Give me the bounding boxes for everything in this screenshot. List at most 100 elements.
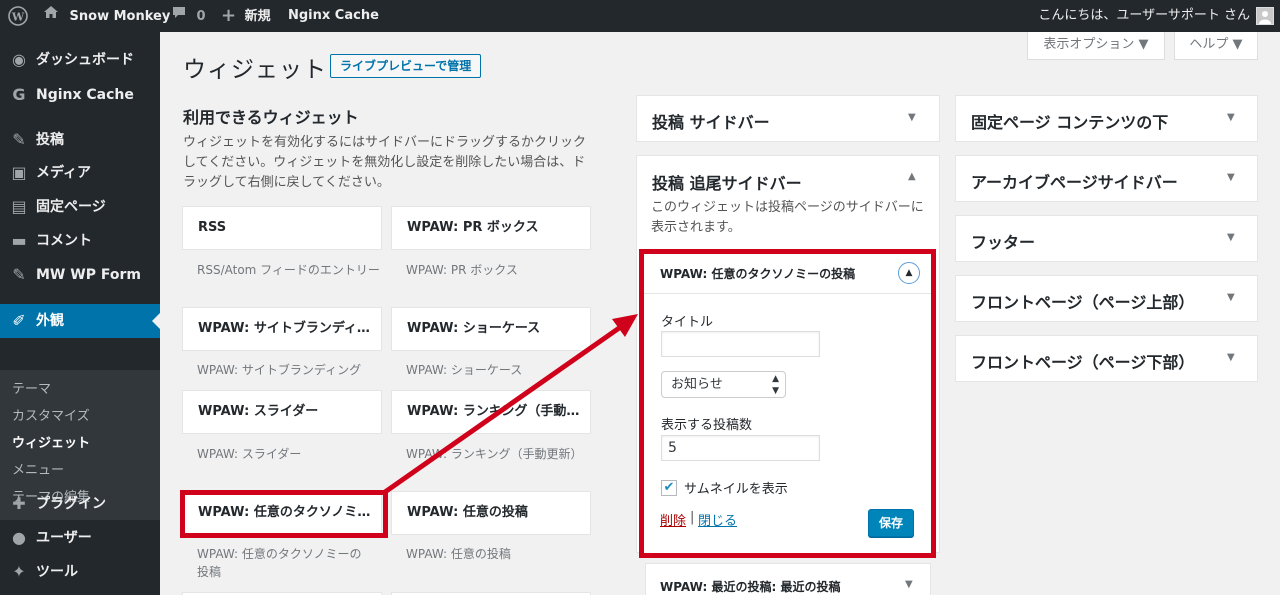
- admin-bar: W Snow Monkey 0 + 新規 Nginx Cache こんにちは、ユ…: [0, 0, 1280, 32]
- menu-plugins[interactable]: ✚ プラグイン: [0, 487, 160, 521]
- menu-users[interactable]: ● ユーザー: [0, 521, 160, 555]
- widget-site-branding[interactable]: WPAW: サイトブランディ…: [182, 307, 382, 351]
- title-input[interactable]: [661, 331, 820, 357]
- plugin-icon: ✚: [12, 494, 26, 513]
- submenu-widgets[interactable]: ウィジェット: [12, 431, 90, 457]
- widget-any-post[interactable]: WPAW: 任意の投稿: [391, 491, 591, 535]
- collapse-toggle-icon[interactable]: ▲: [898, 262, 920, 284]
- menu-dashboard[interactable]: ◉ ダッシュボード: [0, 43, 160, 77]
- help-button[interactable]: ヘルプ ▼: [1174, 32, 1258, 60]
- widget-ranking-desc: WPAW: ランキング（手動更新）: [406, 447, 583, 461]
- wordpress-logo-icon[interactable]: W: [8, 0, 28, 32]
- user-icon: ●: [12, 528, 26, 547]
- new-content-link[interactable]: + 新規: [221, 0, 271, 32]
- dashboard-icon: ◉: [12, 50, 26, 69]
- taxonomy-select-value: お知らせ: [671, 377, 723, 392]
- sidebar-area-front-top[interactable]: フロントページ（ページ上部） ▼: [955, 275, 1258, 322]
- sidebar-area-title: フロントページ（ページ下部）: [971, 353, 1195, 372]
- site-name: Snow Monkey: [69, 8, 171, 24]
- available-widgets-description: ウィジェットを有効化するにはサイドバーにドラッグするかクリックしてください。ウィ…: [183, 135, 587, 190]
- widget-slider[interactable]: WPAW: スライダー: [182, 390, 382, 434]
- pin-icon: ✎: [12, 130, 26, 149]
- g-icon: G: [12, 85, 26, 104]
- page-icon: ▤: [11, 197, 27, 216]
- live-preview-button[interactable]: ライブプレビューで管理: [330, 54, 482, 78]
- chevron-down-icon[interactable]: ▼: [905, 579, 913, 590]
- widget-site-branding-desc: WPAW: サイトブランディング: [197, 363, 362, 377]
- site-name-link[interactable]: Snow Monkey: [43, 0, 170, 32]
- chevron-down-icon[interactable]: ▼: [908, 112, 916, 123]
- taxonomy-select[interactable]: お知らせ ▲ ▼: [661, 371, 786, 398]
- sidebar-area-footer[interactable]: フッター ▼: [955, 215, 1258, 262]
- widget-pr-box[interactable]: WPAW: PR ボックス: [391, 206, 591, 250]
- media-icon: ▣: [11, 163, 27, 182]
- chevron-down-icon[interactable]: ▼: [1227, 112, 1235, 123]
- sidebar-area-archive[interactable]: アーカイブページサイドバー ▼: [955, 155, 1258, 202]
- comment-icon: ▬: [11, 231, 27, 250]
- select-arrows-icon: ▲ ▼: [772, 374, 779, 396]
- menu-mw-wp-form[interactable]: ✎ MW WP Form: [0, 258, 160, 292]
- pin-icon: ✎: [12, 265, 26, 284]
- widget-rss[interactable]: RSS: [182, 206, 382, 250]
- close-link[interactable]: 閉じる: [698, 510, 737, 529]
- comment-bubble-icon: [172, 0, 186, 32]
- widget-showcase-desc: WPAW: ショーケース: [406, 363, 523, 377]
- chevron-down-icon[interactable]: ▼: [1227, 172, 1235, 183]
- greeting[interactable]: こんにちは、ユーザーサポート さん: [1038, 0, 1250, 32]
- chevron-down-icon[interactable]: ▼: [1227, 232, 1235, 243]
- post-count-input[interactable]: 5: [661, 435, 820, 461]
- highlight-source-widget: [180, 490, 388, 538]
- widget-rss-desc: RSS/Atom フィードのエントリー: [197, 263, 380, 277]
- thumbnail-label[interactable]: サムネイルを表示: [684, 478, 788, 497]
- plus-icon: +: [221, 5, 237, 26]
- nginx-cache-link[interactable]: Nginx Cache: [288, 0, 379, 32]
- comments-count: 0: [196, 8, 206, 24]
- link-separator: |: [690, 510, 695, 525]
- sidebar-area-title: 投稿 サイドバー: [652, 113, 770, 132]
- sidebar-area-title[interactable]: 投稿 追尾サイドバー: [652, 170, 802, 194]
- thumbnail-checkbox[interactable]: ✔: [661, 480, 677, 496]
- admin-menu: ◉ ダッシュボード G Nginx Cache ✎ 投稿 ▣ メディア ▤ 固定ページ ▬…: [0, 32, 160, 595]
- sidebar-area-post[interactable]: 投稿 サイドバー ▼: [636, 95, 940, 142]
- comments-link[interactable]: 0: [172, 0, 206, 32]
- screen-options-button[interactable]: 表示オプション ▼: [1027, 32, 1165, 60]
- menu-nginx-cache[interactable]: G Nginx Cache: [0, 78, 160, 112]
- chevron-down-icon[interactable]: ▼: [1227, 292, 1235, 303]
- widget-pr-box-desc: WPAW: PR ボックス: [406, 263, 518, 277]
- widget-taxonomy-posts-desc: WPAW: 任意のタクソノミーの投稿: [197, 547, 362, 579]
- new-label: 新規: [244, 8, 271, 24]
- submenu-themes[interactable]: テーマ: [12, 377, 51, 403]
- page-title: ウィジェット: [183, 57, 327, 83]
- title-label: タイトル: [661, 315, 714, 330]
- menu-media[interactable]: ▣ メディア: [0, 156, 160, 190]
- sidebar-area-title: フロントページ（ページ上部）: [971, 293, 1195, 312]
- svg-text:W: W: [11, 11, 25, 24]
- avatar[interactable]: [1256, 7, 1274, 25]
- submenu-menus[interactable]: メニュー: [12, 458, 64, 484]
- widget-showcase[interactable]: WPAW: ショーケース: [391, 307, 591, 351]
- sidebar-area-page-content-below[interactable]: 固定ページ コンテンツの下 ▼: [955, 95, 1258, 142]
- sidebar-area-front-bottom[interactable]: フロントページ（ページ下部） ▼: [955, 335, 1258, 382]
- widget-title: WPAW: 最近の投稿: 最近の投稿: [660, 580, 841, 594]
- widget-slider-desc: WPAW: スライダー: [197, 447, 302, 461]
- delete-link[interactable]: 削除: [660, 510, 686, 529]
- sidebar-area-title: 固定ページ コンテンツの下: [971, 113, 1169, 132]
- home-icon: [43, 0, 59, 32]
- widget-any-post-desc: WPAW: 任意の投稿: [406, 547, 511, 561]
- chevron-down-icon[interactable]: ▼: [1227, 352, 1235, 363]
- widget-recent-posts[interactable]: WPAW: 最近の投稿: 最近の投稿 ▼: [645, 563, 931, 595]
- sidebar-area-description: このウィジェットは投稿ページのサイドバーに表示されます。: [651, 200, 924, 235]
- menu-appearance[interactable]: ✐ 外観: [0, 304, 160, 338]
- widget-ranking[interactable]: WPAW: ランキング（手動…: [391, 390, 591, 434]
- chevron-up-icon[interactable]: ▲: [908, 171, 916, 182]
- menu-posts[interactable]: ✎ 投稿: [0, 123, 160, 157]
- menu-comments[interactable]: ▬ コメント: [0, 224, 160, 258]
- wrench-icon: ✦: [12, 562, 26, 581]
- sidebar-area-title: フッター: [971, 233, 1036, 252]
- save-button[interactable]: 保存: [868, 509, 915, 537]
- available-widgets-heading: 利用できるウィジェット: [183, 108, 359, 127]
- menu-pages[interactable]: ▤ 固定ページ: [0, 190, 160, 224]
- sidebar-area-title: アーカイブページサイドバー: [971, 173, 1178, 192]
- menu-tools[interactable]: ✦ ツール: [0, 555, 160, 589]
- submenu-customize[interactable]: カスタマイズ: [12, 404, 90, 430]
